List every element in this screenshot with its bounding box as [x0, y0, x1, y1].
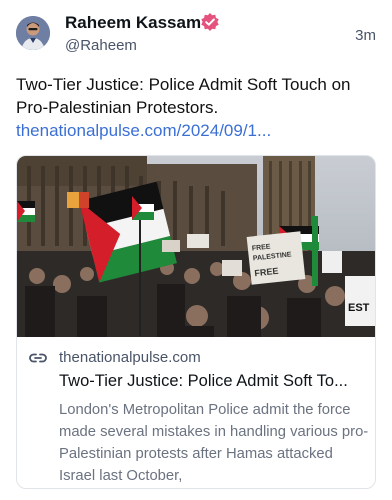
svg-text:EST: EST	[348, 302, 370, 314]
post-text: Two-Tier Justice: Police Admit Soft Touc…	[16, 75, 351, 117]
verified-badge-icon	[201, 13, 219, 31]
author-avatar[interactable]	[16, 16, 50, 50]
card-domain: thenationalpulse.com	[59, 349, 201, 366]
card-title: Two-Tier Justice: Police Admit Soft To..…	[59, 372, 348, 390]
card-image: FREE PALESTINE FREE EST	[17, 156, 375, 337]
post-timestamp[interactable]: 3m	[355, 27, 376, 44]
avatar-image	[16, 16, 50, 50]
link-icon	[29, 353, 47, 363]
link-preview-card[interactable]: FREE PALESTINE FREE EST thenationalpulse…	[16, 155, 376, 489]
card-description: London's Metropolitan Police admit the f…	[59, 402, 369, 484]
author-name[interactable]: Raheem Kassam	[65, 13, 201, 33]
post-link[interactable]: thenationalpulse.com/2024/09/1...	[16, 119, 271, 142]
post[interactable]: Raheem Kassam @Raheem 3m Two-Tier Justic…	[0, 0, 392, 500]
author-handle[interactable]: @Raheem	[65, 37, 137, 54]
